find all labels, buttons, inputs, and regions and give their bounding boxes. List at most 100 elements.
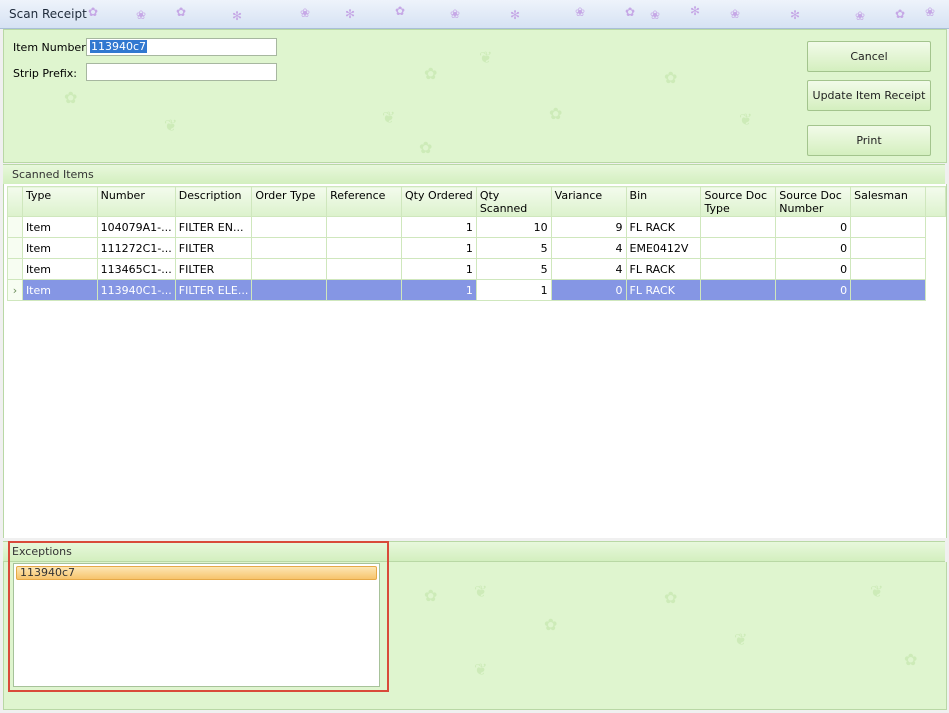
cell-source-doc-number[interactable]: 0 [775, 279, 852, 301]
cell-type[interactable]: Item [21, 237, 98, 259]
cell-filler [926, 217, 946, 238]
column-header-qty-ordered[interactable]: Qty Ordered [400, 186, 477, 217]
cell-number[interactable]: 104079A1-... [96, 216, 176, 238]
cell-variance[interactable]: 9 [550, 216, 627, 238]
cell-salesman[interactable] [850, 237, 927, 259]
exceptions-highlight-box [8, 541, 389, 692]
cell-salesman[interactable] [850, 279, 927, 301]
update-item-receipt-button[interactable]: Update Item Receipt [807, 80, 931, 111]
column-header-source-doc-number[interactable]: Source Doc Number [775, 186, 852, 217]
item-number-input[interactable]: 113940c7 [86, 38, 277, 56]
column-header-description[interactable]: Description [174, 186, 253, 217]
table-row-selected[interactable]: › Item 113940C1-... FILTER ELE... 1 1 0 … [7, 279, 946, 301]
cell-source-doc-type[interactable] [700, 279, 777, 301]
cell-salesman[interactable] [850, 258, 927, 280]
cell-source-doc-type[interactable] [700, 258, 777, 280]
table-row[interactable]: Item 104079A1-... FILTER EN... 1 10 9 FL… [7, 216, 946, 238]
butterfly-decor-icon: ✿ [395, 4, 406, 18]
cell-source-doc-number[interactable]: 0 [775, 258, 852, 280]
column-header-number[interactable]: Number [96, 186, 176, 217]
cell-description[interactable]: FILTER [174, 237, 253, 259]
scanned-items-header: Scanned Items [3, 164, 945, 185]
butterfly-watermark-icon: ❦ [734, 630, 748, 649]
cell-bin[interactable]: FL RACK [625, 258, 702, 280]
cell-salesman[interactable] [850, 216, 927, 238]
column-header-filler [925, 186, 946, 217]
cell-order-type[interactable] [251, 279, 328, 301]
current-row-arrow-icon: › [7, 279, 23, 301]
cancel-button[interactable]: Cancel [807, 41, 931, 72]
cell-variance[interactable]: 0 [550, 279, 627, 301]
cell-reference[interactable] [326, 258, 402, 280]
cell-qty-scanned[interactable]: 10 [475, 216, 552, 238]
flower-decor-icon: ✻ [510, 8, 521, 22]
row-indicator [7, 237, 23, 259]
cell-qty-scanned[interactable]: 1 [475, 279, 552, 301]
table-row[interactable]: Item 111272C1-... FILTER 1 5 4 EME0412V … [7, 237, 946, 259]
cell-source-doc-number[interactable]: 0 [775, 237, 852, 259]
flower-decor-icon: ❀ [575, 5, 586, 19]
strip-prefix-label: Strip Prefix: [13, 67, 77, 80]
flower-decor-icon: ❀ [300, 6, 311, 20]
butterfly-decor-icon: ✿ [176, 5, 187, 19]
flower-decor-icon: ✻ [232, 9, 243, 23]
cell-bin[interactable]: FL RACK [625, 216, 702, 238]
column-header-type[interactable]: Type [21, 186, 98, 217]
cell-qty-scanned[interactable]: 5 [475, 237, 552, 259]
flower-decor-icon: ✻ [690, 4, 701, 18]
flower-watermark-icon: ✿ [419, 138, 433, 157]
print-button[interactable]: Print [807, 125, 931, 156]
cell-type[interactable]: Item [21, 279, 98, 301]
flower-watermark-icon: ✿ [64, 88, 78, 107]
cell-number[interactable]: 113465C1-... [96, 258, 176, 280]
flower-watermark-icon: ✿ [424, 586, 438, 605]
column-header-reference[interactable]: Reference [326, 186, 402, 217]
cell-number[interactable]: 111272C1-... [96, 237, 176, 259]
butterfly-watermark-icon: ❦ [164, 116, 178, 135]
flower-decor-icon: ❀ [136, 8, 147, 22]
flower-decor-icon: ✻ [345, 7, 356, 21]
flower-decor-icon: ❀ [450, 7, 461, 21]
cell-qty-ordered[interactable]: 1 [400, 279, 477, 301]
flower-watermark-icon: ✿ [549, 104, 563, 123]
cell-qty-scanned[interactable]: 5 [475, 258, 552, 280]
butterfly-decor-icon: ✿ [895, 7, 906, 21]
cell-source-doc-type[interactable] [700, 216, 777, 238]
cell-variance[interactable]: 4 [550, 237, 627, 259]
title-bar: Scan Receipt ✿ ❀ ✿ ✻ ❀ ✻ ✿ ❀ ✻ ❀ ✿ ❀ ✻ ❀… [0, 0, 949, 29]
cell-source-doc-number[interactable]: 0 [775, 216, 852, 238]
cell-reference[interactable] [326, 237, 402, 259]
column-header-salesman[interactable]: Salesman [850, 186, 927, 217]
cell-type[interactable]: Item [21, 258, 98, 280]
window-title: Scan Receipt [9, 7, 87, 21]
column-header-order-type[interactable]: Order Type [251, 186, 328, 217]
butterfly-watermark-icon: ❦ [382, 108, 396, 127]
scanned-items-grid[interactable]: Type Number Description Order Type Refer… [3, 184, 947, 538]
cell-bin[interactable]: FL RACK [625, 279, 702, 301]
cell-bin[interactable]: EME0412V [625, 237, 702, 259]
cell-description[interactable]: FILTER [174, 258, 253, 280]
column-header-source-doc-type[interactable]: Source Doc Type [700, 186, 777, 217]
cell-qty-ordered[interactable]: 1 [400, 237, 477, 259]
cell-variance[interactable]: 4 [550, 258, 627, 280]
butterfly-decor-icon: ✿ [88, 5, 99, 19]
cell-order-type[interactable] [251, 258, 328, 280]
strip-prefix-input[interactable] [86, 63, 277, 81]
cell-order-type[interactable] [251, 216, 328, 238]
cell-order-type[interactable] [251, 237, 328, 259]
column-header-bin[interactable]: Bin [625, 186, 702, 217]
cell-reference[interactable] [326, 216, 402, 238]
cell-reference[interactable] [326, 279, 402, 301]
column-header-variance[interactable]: Variance [550, 186, 627, 217]
cell-type[interactable]: Item [21, 216, 98, 238]
table-row[interactable]: Item 113465C1-... FILTER 1 5 4 FL RACK 0 [7, 258, 946, 280]
cell-qty-ordered[interactable]: 1 [400, 216, 477, 238]
column-header-qty-scanned[interactable]: Qty Scanned [475, 186, 552, 217]
cell-description[interactable]: FILTER EN... [174, 216, 253, 238]
cell-source-doc-type[interactable] [700, 237, 777, 259]
cell-number[interactable]: 113940C1-... [96, 279, 176, 301]
cell-description[interactable]: FILTER ELE... [174, 279, 253, 301]
flower-watermark-icon: ✿ [544, 615, 558, 634]
cell-qty-ordered[interactable]: 1 [400, 258, 477, 280]
flower-watermark-icon: ✿ [424, 64, 438, 83]
